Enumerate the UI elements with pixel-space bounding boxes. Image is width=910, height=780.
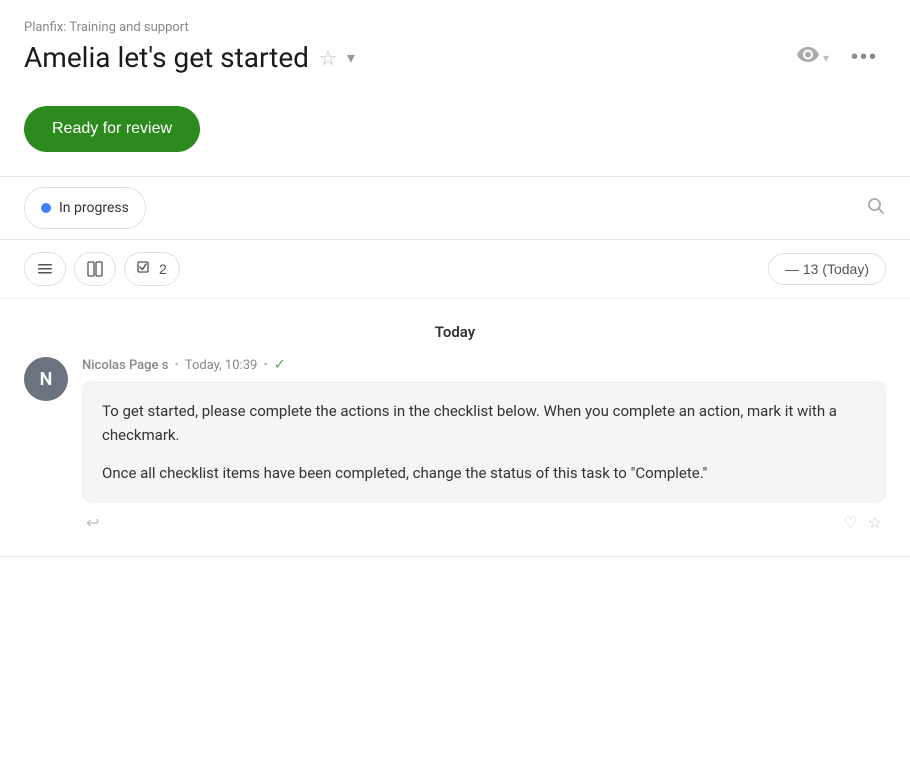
search-icon[interactable] (866, 196, 886, 221)
toolbar: 2 — 13 (Today) (0, 240, 910, 299)
chevron-down-icon[interactable]: ▾ (347, 48, 355, 67)
page-title: Amelia let's get started (24, 41, 309, 74)
meta-separator: • (174, 358, 178, 373)
main-content: Today N Nicolas Page s • Today, 10:39 • … (0, 299, 910, 532)
status-section: Ready for review (0, 86, 910, 152)
title-left: Amelia let's get started ☆ ▾ (24, 41, 355, 74)
eye-icon (797, 46, 819, 69)
avatar-letter: N (40, 369, 53, 390)
status-bar: In progress (0, 176, 910, 240)
like-icon[interactable]: ♡ (843, 513, 857, 532)
split-view-button[interactable] (74, 252, 116, 286)
message-bubble: To get started, please complete the acti… (82, 381, 886, 503)
message-paragraph-2: Once all checklist items have been compl… (102, 461, 866, 485)
ready-for-review-button[interactable]: Ready for review (24, 106, 200, 152)
in-progress-badge[interactable]: In progress (24, 187, 146, 229)
message-content: Nicolas Page s • Today, 10:39 • ✓ To get… (82, 357, 886, 532)
day-label: Today (24, 299, 886, 357)
list-view-button[interactable] (24, 252, 66, 286)
title-row: Amelia let's get started ☆ ▾ ▾ ••• (24, 41, 886, 74)
bubble-actions-right: ♡ ☆ (843, 513, 882, 532)
message-item: N Nicolas Page s • Today, 10:39 • ✓ To g… (24, 357, 886, 532)
reply-icon[interactable]: ↩ (86, 513, 99, 532)
bookmark-icon[interactable]: ☆ (868, 513, 882, 532)
checklist-icon (137, 261, 153, 277)
message-author: Nicolas Page s (82, 358, 168, 373)
list-icon (37, 261, 53, 277)
meta-separator2: • (263, 358, 267, 373)
read-check-icon: ✓ (274, 357, 286, 373)
date-filter-button[interactable]: — 13 (Today) (768, 253, 886, 285)
avatar: N (24, 357, 68, 401)
title-actions: ▾ ••• (793, 42, 886, 73)
watch-button[interactable]: ▾ (793, 42, 833, 73)
breadcrumb: Planfix: Training and support (24, 20, 886, 35)
eye-chevron-icon: ▾ (823, 51, 829, 65)
message-actions: ↩ ♡ ☆ (82, 513, 886, 532)
star-icon[interactable]: ☆ (319, 46, 337, 70)
header: Planfix: Training and support Amelia let… (0, 0, 910, 86)
split-icon (87, 261, 103, 277)
in-progress-label: In progress (59, 200, 129, 216)
more-options-button[interactable]: ••• (843, 42, 886, 73)
message-paragraph-1: To get started, please complete the acti… (102, 399, 866, 447)
status-dot (41, 203, 51, 213)
message-meta: Nicolas Page s • Today, 10:39 • ✓ (82, 357, 886, 373)
message-time: Today, 10:39 (185, 358, 257, 373)
bottom-divider (0, 556, 910, 557)
checklist-button[interactable]: 2 (124, 252, 180, 286)
checklist-count: 2 (159, 261, 167, 277)
